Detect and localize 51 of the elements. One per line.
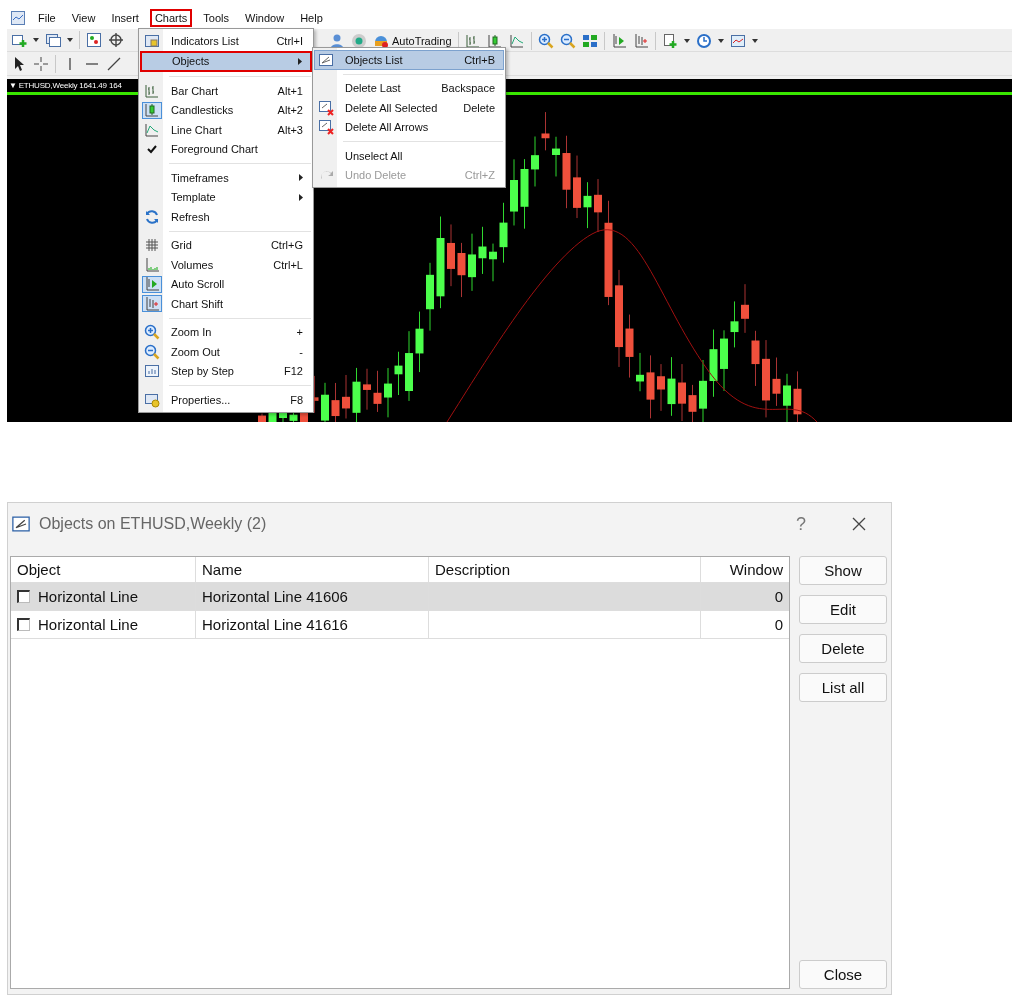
menu-item[interactable]: Timeframes [140, 168, 312, 188]
menu-item[interactable]: Delete All Arrows [314, 117, 504, 137]
menu-item[interactable]: Refresh [140, 207, 312, 227]
menu-item[interactable]: Foreground Chart [140, 139, 312, 159]
menu-item[interactable]: Chart Shift [140, 294, 312, 314]
table-cell-text: 0 [773, 615, 784, 635]
menu-bar-item[interactable]: Window [240, 9, 290, 28]
autotrading-button[interactable]: AutoTrading [373, 32, 452, 49]
table-cell: Horizontal Line 41606 [196, 583, 429, 610]
menu-item[interactable]: Delete Last Backspace [314, 78, 504, 98]
table-cell: Horizontal Line [38, 588, 139, 605]
dialog-title: Objects on ETHUSD,Weekly (2) [39, 515, 268, 533]
menu-item[interactable]: Candlesticks Alt+2 [140, 100, 312, 120]
menu-item[interactable]: Line Chart Alt+3 [140, 120, 312, 140]
menu-item[interactable]: Indicators List Ctrl+I [140, 31, 312, 51]
menu-item[interactable]: Unselect All [314, 146, 504, 166]
menu-item[interactable]: Template [140, 187, 312, 207]
table-cell-text: 0 [773, 587, 784, 607]
menu-item[interactable]: Grid Ctrl+G [140, 235, 312, 255]
column-header[interactable]: Object [11, 557, 196, 582]
column-header[interactable]: Name [196, 557, 429, 582]
dialog-button[interactable]: Show [799, 556, 887, 585]
table-row[interactable]: Horizontal Line Horizontal Line 41606 0 [11, 583, 789, 611]
menu-item[interactable]: Auto Scroll [140, 274, 312, 294]
column-header[interactable]: Description [429, 557, 701, 582]
menu-bar-item[interactable]: Help [295, 9, 328, 28]
menu-item[interactable]: Zoom Out - [140, 342, 312, 362]
menu-bar-item[interactable]: View [66, 9, 101, 28]
menu-item[interactable]: Bar Chart Alt+1 [140, 81, 312, 101]
menu-bar-item[interactable]: Insert [106, 9, 144, 28]
menu-bar-item[interactable]: File [33, 9, 61, 28]
dropdown-arrow[interactable]: ▼ [9, 81, 17, 90]
column-header[interactable]: Window [701, 557, 789, 582]
table-cell: Horizontal Line [38, 616, 139, 633]
menu-bar-item[interactable]: Tools [198, 9, 234, 28]
menu-item[interactable]: Zoom In + [140, 322, 312, 342]
dialog-button[interactable]: Delete [799, 634, 887, 663]
menu-item[interactable]: Step by Step F12 [140, 361, 312, 381]
close-button[interactable]: Close [799, 960, 887, 989]
menu-bar-item[interactable]: Charts [149, 9, 193, 28]
table-row[interactable]: Horizontal Line Horizontal Line 41616 0 [11, 611, 789, 639]
menu-item[interactable]: Properties... F8 [140, 390, 312, 410]
menu-item[interactable]: Objects List Ctrl+B [314, 50, 504, 70]
dialog-button[interactable]: List all [799, 673, 887, 702]
help-button[interactable]: ? [796, 513, 806, 535]
menu-item[interactable]: Volumes Ctrl+L [140, 255, 312, 275]
menu-item[interactable]: Objects [140, 50, 312, 72]
dialog-button[interactable]: Edit [799, 595, 887, 624]
table-cell: Horizontal Line 41616 [196, 611, 429, 638]
menu-item[interactable]: Delete All Selected Delete [314, 98, 504, 118]
chart-title: ETHUSD,Weekly 1641.49 164 [18, 81, 122, 90]
